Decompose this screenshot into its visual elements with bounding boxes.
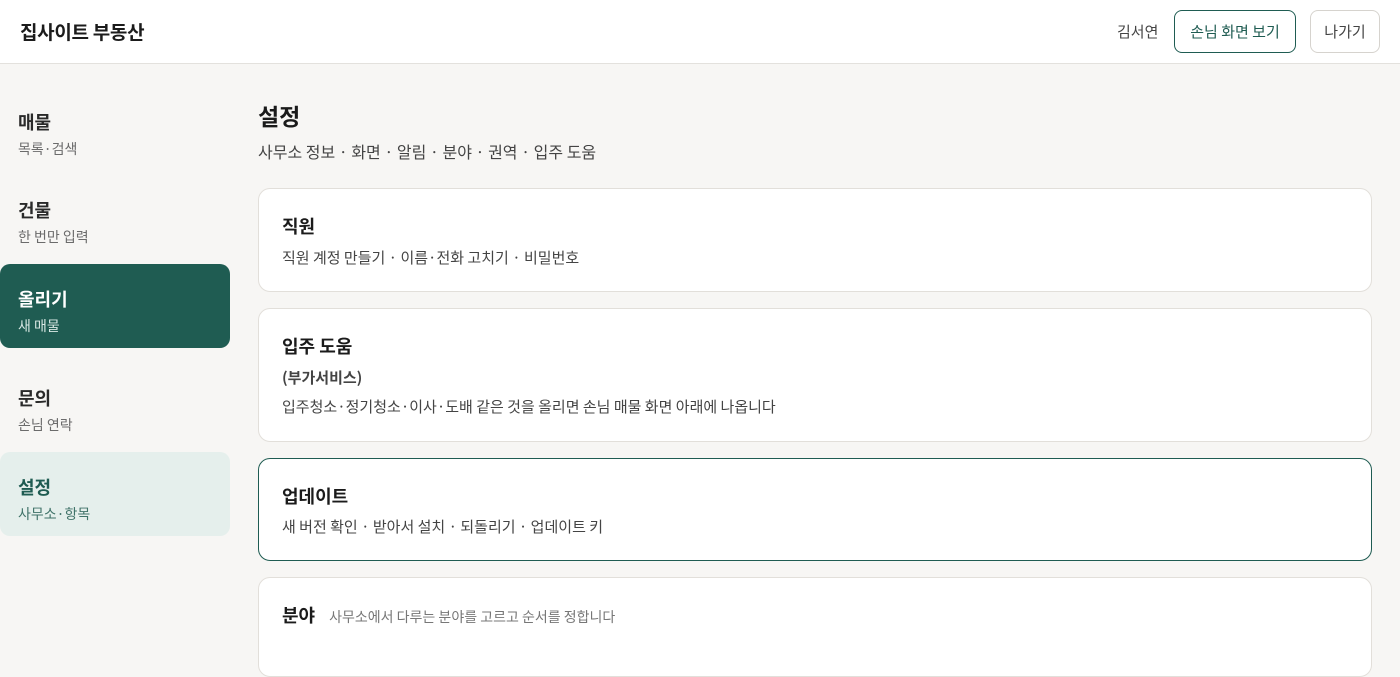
sidebar-item-title: 매물 [18, 109, 52, 135]
exit-button[interactable]: 나가기 [1310, 10, 1380, 53]
sidebar-item-title: 올리기 [18, 286, 68, 312]
user-name: 김서연 [1117, 21, 1159, 42]
page-subtitle: 사무소 정보 · 화면 · 알림 · 분야 · 권역 · 입주 도움 [258, 139, 597, 163]
card-description: 사무소에서 다루는 분야를 고르고 순서를 정합니다 [329, 607, 616, 627]
card-description: 새 버전 확인 · 받아서 설치 · 되돌리기 · 업데이트 키 [282, 516, 604, 537]
sidebar-item-title: 건물 [18, 197, 52, 223]
sidebar-item-listings[interactable]: 매물 목록·검색 [0, 87, 230, 171]
top-header: 집사이트 부동산 김서연 손님 화면 보기 나가기 [0, 0, 1400, 64]
view-customer-screen-button[interactable]: 손님 화면 보기 [1174, 10, 1296, 53]
card-description: 입주청소·정기청소·이사·도배 같은 것을 올리면 손님 매물 화면 아래에 나… [282, 396, 776, 417]
card-title: 직원 [282, 213, 316, 239]
card-title: 입주 도움 [282, 333, 353, 359]
sidebar-item-subtitle: 사무소·항목 [18, 504, 91, 524]
sidebar-item-subtitle: 목록·검색 [18, 139, 78, 159]
brand-logo-text[interactable]: 집사이트 부동산 [20, 18, 145, 45]
card-title: 분야 사무소에서 다루는 분야를 고르고 순서를 정합니다 [282, 602, 615, 628]
sidebar-item-inquiries[interactable]: 문의 손님 연락 [0, 363, 230, 447]
card-title: 업데이트 [282, 483, 349, 509]
sidebar-item-title: 설정 [18, 474, 52, 500]
sidebar-nav: 매물 목록·검색 건물 한 번만 입력 올리기 새 매물 문의 손님 연락 설정… [0, 64, 240, 612]
settings-card-update[interactable]: 업데이트 새 버전 확인 · 받아서 설치 · 되돌리기 · 업데이트 키 [258, 458, 1372, 561]
card-tag: (부가서비스) [282, 367, 363, 388]
sidebar-item-subtitle: 한 번만 입력 [18, 227, 89, 247]
sidebar-item-upload[interactable]: 올리기 새 매물 [0, 264, 230, 348]
sidebar-item-settings[interactable]: 설정 사무소·항목 [0, 452, 230, 536]
sidebar-item-subtitle: 손님 연락 [18, 415, 73, 435]
sidebar-item-buildings[interactable]: 건물 한 번만 입력 [0, 175, 230, 259]
card-title-text: 분야 [282, 602, 316, 628]
page-title: 설정 [258, 98, 301, 132]
settings-card-field[interactable]: 분야 사무소에서 다루는 분야를 고르고 순서를 정합니다 [258, 577, 1372, 677]
card-description: 직원 계정 만들기 · 이름·전화 고치기 · 비밀번호 [282, 247, 580, 268]
settings-card-move-in-help[interactable]: 입주 도움 (부가서비스) 입주청소·정기청소·이사·도배 같은 것을 올리면 … [258, 308, 1372, 442]
sidebar-item-title: 문의 [18, 385, 52, 411]
settings-card-staff[interactable]: 직원 직원 계정 만들기 · 이름·전화 고치기 · 비밀번호 [258, 188, 1372, 292]
sidebar-item-subtitle: 새 매물 [18, 316, 60, 336]
